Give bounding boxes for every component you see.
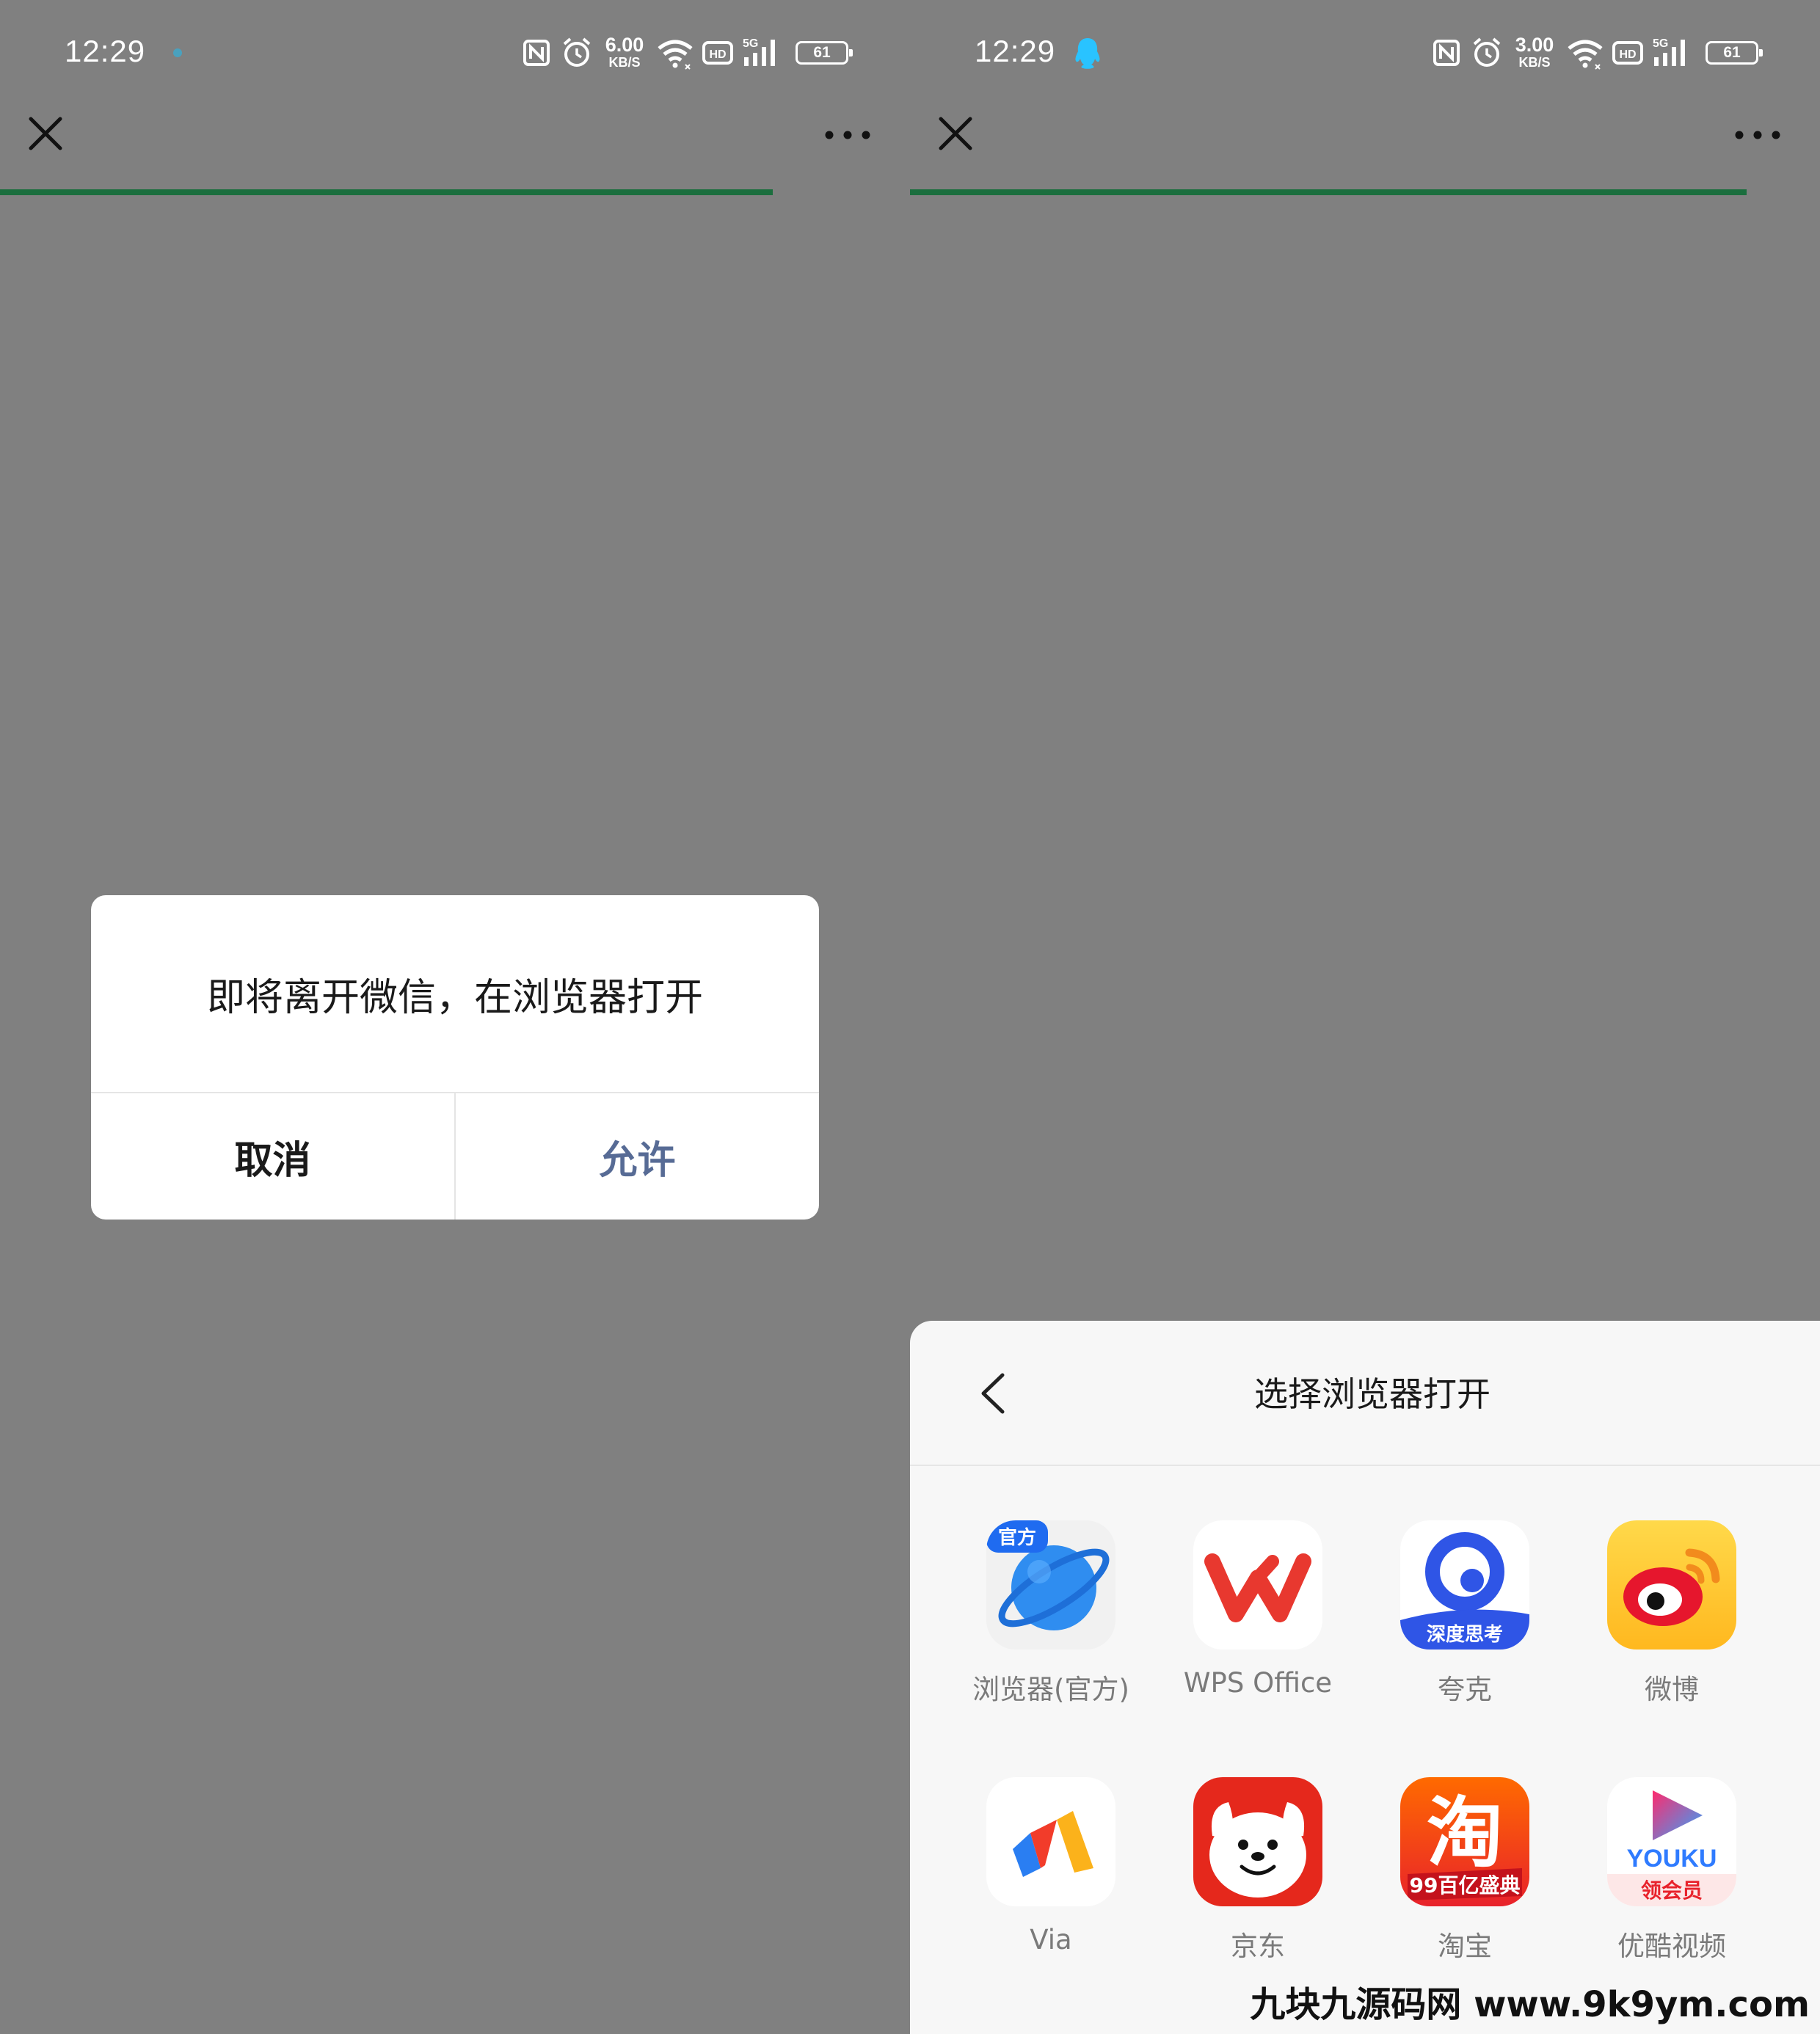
- svg-text:领会员: 领会员: [1641, 1878, 1703, 1903]
- right-screen: 12:29 3.00 KB/S HD 5G 61 选择浏览器打开 官方 浏览器(…: [910, 0, 1820, 2034]
- jd-dog-icon: [1193, 1777, 1322, 1906]
- qq-notification-icon: [1075, 38, 1100, 69]
- app-label: Via: [1030, 1924, 1072, 1955]
- more-options-icon[interactable]: [1732, 119, 1783, 148]
- watermark-text: 九块九源码网 www.9k9ym.com: [1250, 1984, 1810, 2025]
- speed-value: 6.00: [605, 34, 644, 56]
- svg-text:5G: 5G: [1653, 37, 1668, 50]
- youku-icon: YOUKU 领会员: [1607, 1777, 1736, 1906]
- screenshot-root: 12:29 6.00 KB/S HD 5G 61 即将离开微信，在浏览器打开 取…: [0, 0, 1820, 2034]
- hd-icon: HD: [1612, 41, 1643, 65]
- svg-text:官方: 官方: [998, 1526, 1036, 1549]
- app-label: 优酷视频: [1617, 1931, 1726, 1962]
- app-label: WPS Office: [1183, 1667, 1333, 1699]
- via-icon: [986, 1777, 1115, 1906]
- allow-button[interactable]: 允许: [456, 1093, 819, 1220]
- network-speed: 6.00 KB/S: [600, 34, 649, 70]
- battery-indicator: 61: [1706, 41, 1763, 65]
- browser-planet-icon: 官方: [986, 1520, 1115, 1650]
- taobao-icon: 淘 99百亿盛典: [1400, 1777, 1529, 1906]
- alarm-icon: [563, 37, 591, 67]
- app-label: 浏览器(官方): [972, 1674, 1129, 1705]
- svg-text:99百亿盛典: 99百亿盛典: [1410, 1873, 1521, 1898]
- app-label: 京东: [1231, 1931, 1285, 1962]
- speed-value: 3.00: [1515, 34, 1554, 56]
- quark-icon: 深度思考: [1400, 1520, 1529, 1650]
- battery-level: 61: [813, 44, 831, 61]
- dialog-message: 即将离开微信，在浏览器打开: [206, 975, 703, 1020]
- cancel-button[interactable]: 取消: [91, 1093, 454, 1220]
- battery-tip: [1759, 49, 1763, 56]
- app-label: 微博: [1645, 1674, 1699, 1705]
- app-label: 淘宝: [1438, 1931, 1492, 1962]
- leave-wechat-dialog: 即将离开微信，在浏览器打开 取消 允许: [91, 895, 819, 1220]
- page-load-progress: [910, 189, 1747, 195]
- sheet-title: 选择浏览器打开: [1254, 1374, 1490, 1414]
- close-icon[interactable]: [22, 110, 69, 157]
- battery-level: 61: [1723, 44, 1741, 61]
- status-time: 12:29: [975, 34, 1056, 68]
- status-bar: 12:29 3.00 KB/S HD 5G 61: [910, 0, 1820, 110]
- signal-5g-icon: 5G: [743, 37, 775, 66]
- speed-unit: KB/S: [608, 55, 641, 70]
- wps-icon: [1193, 1520, 1322, 1650]
- svg-text:HD: HD: [1619, 48, 1636, 61]
- nfc-icon: [1433, 40, 1460, 66]
- svg-text:HD: HD: [709, 48, 726, 61]
- notification-dot-icon: [173, 48, 182, 57]
- page-load-progress: [0, 189, 773, 195]
- svg-text:5G: 5G: [743, 37, 758, 50]
- wifi-icon: [1568, 40, 1603, 70]
- battery-tip: [849, 49, 853, 56]
- left-screen: 12:29 6.00 KB/S HD 5G 61 即将离开微信，在浏览器打开 取…: [0, 0, 910, 2034]
- battery-indicator: 61: [796, 41, 853, 65]
- status-bar: 12:29 6.00 KB/S HD 5G 61: [0, 0, 910, 110]
- svg-text:深度思考: 深度思考: [1427, 1623, 1503, 1646]
- more-options-icon[interactable]: [822, 119, 873, 148]
- wifi-icon: [658, 40, 693, 70]
- sheet-divider: [910, 1465, 1820, 1466]
- close-icon[interactable]: [932, 110, 979, 157]
- svg-text:YOUKU: YOUKU: [1627, 1845, 1717, 1873]
- network-speed: 3.00 KB/S: [1510, 34, 1559, 70]
- status-time: 12:29: [65, 34, 146, 68]
- alarm-icon: [1473, 37, 1501, 67]
- app-label: 夸克: [1438, 1674, 1492, 1705]
- browser-chooser-sheet: 选择浏览器打开 官方 浏览器(官方) WPS Office 深度思考 夸克 微博…: [910, 1321, 1820, 2034]
- speed-unit: KB/S: [1518, 55, 1551, 70]
- weibo-icon: [1607, 1520, 1736, 1650]
- nfc-icon: [523, 40, 550, 66]
- svg-text:淘: 淘: [1427, 1788, 1503, 1878]
- signal-5g-icon: 5G: [1653, 37, 1685, 66]
- hd-icon: HD: [702, 41, 733, 65]
